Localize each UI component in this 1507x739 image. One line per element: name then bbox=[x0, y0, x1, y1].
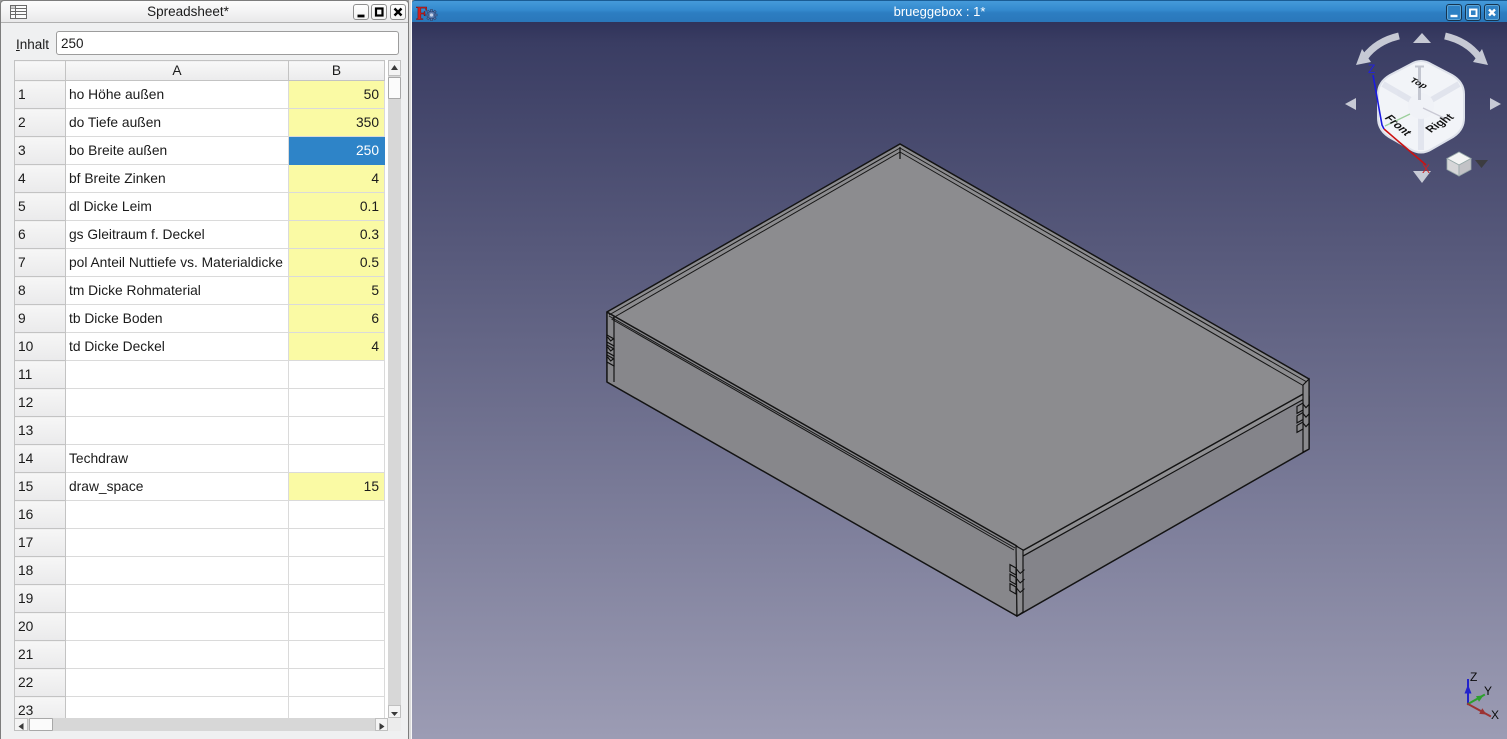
svg-text:Y: Y bbox=[1484, 684, 1492, 698]
svg-text:Z: Z bbox=[1368, 62, 1375, 76]
svg-text:Z: Z bbox=[1470, 670, 1477, 684]
svg-text:X: X bbox=[1422, 162, 1430, 176]
svg-text:X: X bbox=[1491, 708, 1499, 722]
